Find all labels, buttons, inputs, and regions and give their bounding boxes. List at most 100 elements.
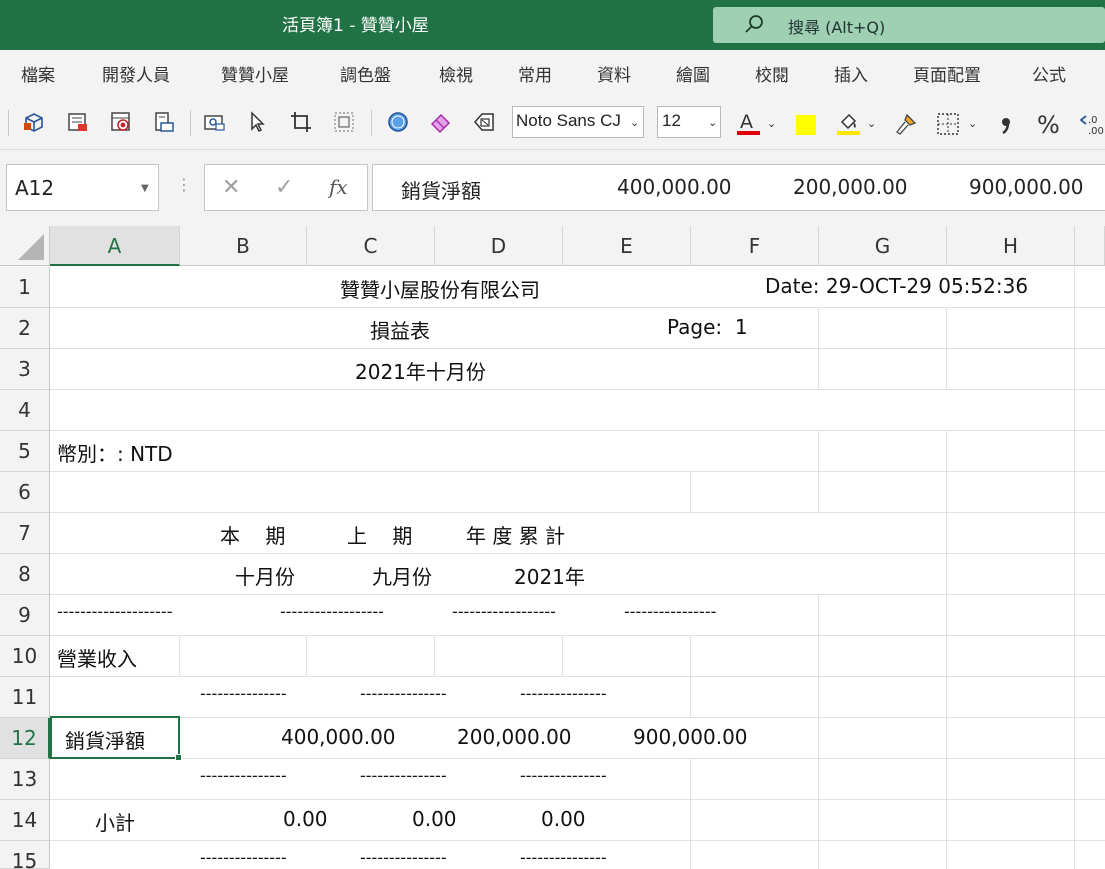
row-header-11[interactable]: 11 [0,677,50,718]
decimal-icon[interactable]: .0.00 [1078,110,1105,138]
select-pointer-icon[interactable] [243,108,271,136]
highlight-icon[interactable] [834,108,862,136]
separator-line: ------------------ [452,602,556,621]
row-header-1[interactable]: 1 [0,267,50,308]
row-header-3[interactable]: 3 [0,349,50,390]
tab-draw[interactable]: 繪圖 [676,61,710,86]
column-header-e[interactable]: E [563,226,691,266]
net-sales-ytd: 900,000.00 [633,725,748,749]
ribbon-tabs: 檔案 開發人員 贊贊小屋 調色盤 檢視 常用 資料 繪圖 校閱 插入 頁面配置 … [0,50,1105,96]
separator-line: --------------- [200,848,287,867]
column-header-a[interactable]: A [50,226,180,266]
spreadsheet-grid[interactable]: A B C D E F G H 1 2 3 4 5 6 7 8 9 10 11 … [0,226,1105,869]
tab-home[interactable]: 常用 [518,61,552,86]
header-current-period: 本 期 [220,524,286,548]
company-title: 贊贊小屋股份有限公司 [340,278,540,302]
row-header-9[interactable]: 9 [0,595,50,636]
camera-icon[interactable] [200,108,228,136]
column-header-c[interactable]: C [307,226,435,266]
tab-data[interactable]: 資料 [597,61,631,86]
search-text: 搜尋 (Alt+Q) [788,18,886,37]
column-header-g[interactable]: G [819,226,947,266]
row-header-10[interactable]: 10 [0,636,50,677]
report-title: 損益表 [370,319,430,343]
svg-text:.0: .0 [1088,115,1098,126]
enter-icon[interactable]: ✓ [275,175,293,200]
separator-line: --------------- [360,848,447,867]
header-prior-period: 上 期 [347,524,413,548]
cell-reference: A12 [15,176,55,200]
subheader-prior: 九月份 [372,565,432,589]
comma-style-icon[interactable] [992,110,1020,138]
borders-icon[interactable] [934,110,962,138]
currency-label: 幣別：: NTD [57,442,173,466]
subtotal-label: 小計 [95,811,135,835]
tab-file[interactable]: 檔案 [21,61,55,86]
fill-handle[interactable] [175,754,182,761]
title-bar: 活頁簿1 - 贊贊小屋 搜尋 (Alt+Q) [0,0,1105,50]
fill-color-icon[interactable] [791,110,819,138]
formula-buttons: ✕ ✓ fx [204,164,368,211]
chevron-down-icon: ⌄ [708,116,718,129]
record-macro-icon[interactable] [107,108,135,136]
tab-insert[interactable]: 插入 [834,61,868,86]
format-painter-icon[interactable] [892,110,920,138]
row-header-14[interactable]: 14 [0,800,50,841]
separator-line: --------------- [360,684,447,703]
circle-shape-icon[interactable] [384,108,412,136]
crop-icon[interactable] [287,108,315,136]
column-header-f[interactable]: F [691,226,819,266]
tab-developer[interactable]: 開發人員 [102,61,170,86]
select-all-corner[interactable] [0,226,50,266]
font-name-select[interactable]: Noto Sans CJ [512,106,644,138]
chevron-down-icon: ⌄ [767,117,777,130]
tab-view[interactable]: 檢視 [439,61,473,86]
column-header-d[interactable]: D [435,226,563,266]
row-header-13[interactable]: 13 [0,759,50,800]
cancel-icon[interactable]: ✕ [222,175,240,200]
row-header-2[interactable]: 2 [0,308,50,349]
eraser-icon[interactable] [427,108,455,136]
separator-line: ------------------ [280,602,384,621]
separator-line: --------------- [200,684,287,703]
name-box[interactable]: A12 ▼ [6,164,159,211]
tab-palette[interactable]: 調色盤 [340,61,391,86]
row-header-15[interactable]: 15 [0,841,50,869]
percent-style-icon[interactable]: % [1034,110,1062,138]
column-header-i[interactable] [1075,226,1105,266]
row-header-5[interactable]: 5 [0,431,50,472]
row-header-8[interactable]: 8 [0,554,50,595]
chevron-down-icon: ▼ [141,183,149,194]
separator-line: --------------- [520,848,607,867]
report-period: 2021年十月份 [355,360,486,384]
active-cell-selection[interactable] [50,716,182,761]
font-color-icon[interactable]: A [734,108,762,136]
separator-line: --------------- [200,766,287,785]
form-icon[interactable] [64,108,92,136]
chevron-down-icon: ⌄ [867,117,877,130]
row-header-4[interactable]: 4 [0,390,50,431]
tab-formulas[interactable]: 公式 [1032,61,1066,86]
subtotal-prior: 0.00 [412,807,457,831]
column-header-b[interactable]: B [180,226,307,266]
group-objects-icon[interactable] [330,108,358,136]
row-header-12[interactable]: 12 [0,718,50,759]
column-header-h[interactable]: H [947,226,1075,266]
excel-3d-icon[interactable] [20,108,48,136]
separator-line: -------------------- [57,602,173,621]
separator-line: --------------- [520,684,607,703]
clear-format-icon[interactable] [470,108,498,136]
function-icon[interactable]: fx [329,175,348,199]
row-header-7[interactable]: 7 [0,513,50,554]
separator-line: --------------- [360,766,447,785]
row-header-6[interactable]: 6 [0,472,50,513]
search-box[interactable]: 搜尋 (Alt+Q) [713,7,1105,43]
print-preview-icon[interactable] [150,108,178,136]
chevron-down-icon: ⌄ [630,116,640,129]
tab-zanzan[interactable]: 贊贊小屋 [221,61,289,86]
formula-input[interactable]: 銷貨淨額 400,000.00 200,000.00 900,000.00 [372,164,1105,211]
drag-handle-icon[interactable]: ⋮ [176,175,192,194]
tab-page-layout[interactable]: 頁面配置 [913,61,981,86]
tab-review[interactable]: 校閱 [755,61,789,86]
net-sales-prior: 200,000.00 [457,725,572,749]
